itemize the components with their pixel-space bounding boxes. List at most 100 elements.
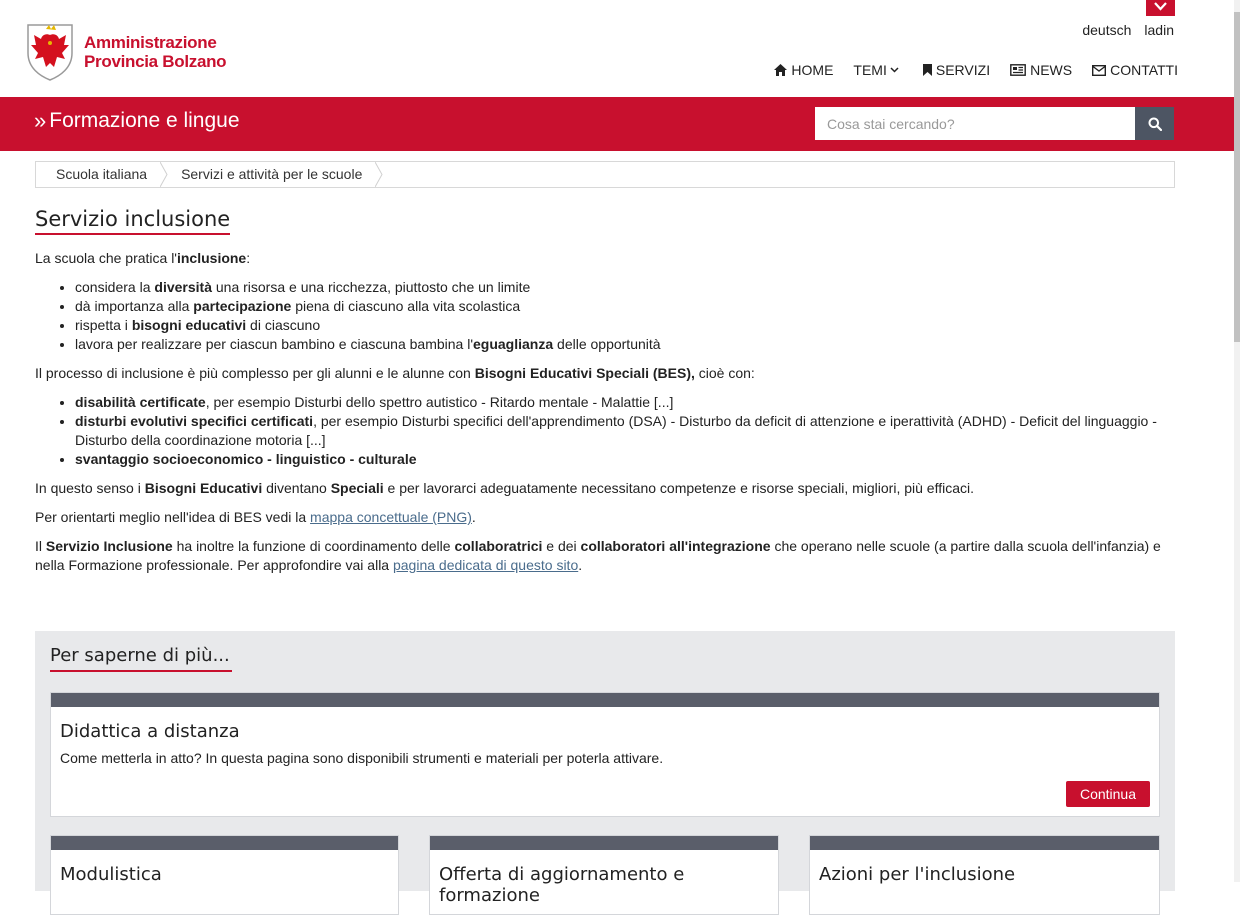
nav-news-label: NEWS <box>1030 62 1073 78</box>
featured-card: Didattica a distanza Come metterla in at… <box>50 692 1160 817</box>
home-icon <box>774 64 788 76</box>
text-bold: svantaggio socioeconomico - linguistico … <box>75 451 417 467</box>
text: ha inoltre la funzione di coordinamento … <box>172 538 455 554</box>
text-bold: Speciali <box>330 480 384 496</box>
learn-more-section: Per saperne di più... Didattica a distan… <box>35 631 1175 915</box>
text-bold: inclusione <box>176 250 247 266</box>
main-content: Servizio inclusione La scuola che pratic… <box>35 209 1173 585</box>
envelope-icon <box>1092 64 1107 76</box>
list-item: dà importanza alla partecipazione piena … <box>75 297 1173 316</box>
card-title: Offerta di aggiornamento e formazione <box>439 864 685 906</box>
service-paragraph: Il Servizio Inclusione ha inoltre la fun… <box>35 537 1173 575</box>
bes-paragraph: Il processo di inclusione è più compless… <box>35 364 1173 383</box>
section-header-band: » Formazione e lingue <box>0 97 1240 151</box>
text-bold: disturbi evolutivi specifici certificati <box>75 413 314 429</box>
text: Il processo di inclusione è più compless… <box>35 365 475 381</box>
breadcrumb-label: Scuola italiana <box>56 166 148 182</box>
site-name-line2: Provincia Bolzano <box>84 52 227 71</box>
text: una risorsa e una ricchezza, piuttosto c… <box>211 279 531 295</box>
coat-of-arms-icon <box>27 24 73 81</box>
breadcrumb: Scuola italiana Servizi e attività per l… <box>35 161 1175 188</box>
site-name-line1: Amministrazione <box>84 33 217 52</box>
text: La scuola che pratica l' <box>35 250 177 266</box>
language-toggle[interactable] <box>1146 0 1175 16</box>
nav-contatti[interactable]: CONTATTI <box>1092 62 1178 78</box>
section-title: Formazione e lingue <box>49 109 240 132</box>
text-bold: disabilità certificate <box>75 394 206 410</box>
page-title: Servizio inclusione <box>35 209 231 235</box>
double-chevron-right-icon: » <box>34 108 46 133</box>
search-icon <box>1148 117 1162 131</box>
inclusion-list: considera la diversità una risorsa e una… <box>35 278 1173 354</box>
list-item: rispetta i bisogni educativi di ciascuno <box>75 316 1173 335</box>
newspaper-icon <box>1010 64 1026 76</box>
text: considera la <box>75 279 155 295</box>
text-bold: collaboratrici <box>454 538 543 554</box>
text: e per lavorarci adeguatamente necessitan… <box>383 480 975 496</box>
list-item: considera la diversità una risorsa e una… <box>75 278 1173 297</box>
lang-deutsch[interactable]: deutsch <box>1082 22 1131 38</box>
text: , per esempio Disturbi dello spettro aut… <box>205 394 674 410</box>
dedicated-page-link[interactable]: pagina dedicata di questo sito <box>393 557 578 573</box>
nav-temi[interactable]: TEMI <box>853 62 902 78</box>
breadcrumb-separator <box>375 162 383 187</box>
text: In questo senso i <box>35 480 145 496</box>
card-title: Didattica a distanza <box>60 721 240 742</box>
language-switcher: deutsch ladin <box>1082 22 1174 38</box>
nav-home[interactable]: HOME <box>774 62 833 78</box>
card-azioni-inclusione[interactable]: Azioni per l'inclusione <box>809 835 1160 915</box>
text-bold: diversità <box>154 279 212 295</box>
lang-ladin[interactable]: ladin <box>1144 22 1174 38</box>
search-form <box>815 107 1174 140</box>
breadcrumb-item[interactable]: Servizi e attività per le scuole <box>161 162 383 187</box>
card-text: Come metterla in atto? In questa pagina … <box>60 750 664 766</box>
list-item: lavora per realizzare per ciascun bambin… <box>75 335 1173 354</box>
text: lavora per realizzare per ciascun bambin… <box>75 336 473 352</box>
text: diventano <box>262 480 331 496</box>
main-nav: HOME TEMI SERVIZI NEWS CONTATTI <box>754 62 1178 78</box>
bookmark-icon <box>922 64 932 76</box>
text: Per orientarti meglio nell'idea di BES v… <box>35 509 311 525</box>
list-item: svantaggio socioeconomico - linguistico … <box>75 450 1173 469</box>
nav-contatti-label: CONTATTI <box>1110 62 1178 78</box>
scrollbar-thumb[interactable] <box>1234 12 1240 342</box>
text: cioè con: <box>694 365 755 381</box>
special-needs-paragraph: In questo senso i Bisogni Educativi dive… <box>35 479 1173 498</box>
text-bold: Bisogni Educativi <box>144 480 263 496</box>
nav-news[interactable]: NEWS <box>1010 62 1072 78</box>
bes-list: disabilità certificate, per esempio Dist… <box>35 393 1173 469</box>
text-bold: eguaglianza <box>473 336 554 352</box>
card-header-bar <box>51 693 1159 707</box>
site-logo[interactable]: Amministrazione Provincia Bolzano <box>26 23 227 81</box>
site-name: Amministrazione Provincia Bolzano <box>84 33 227 71</box>
nav-servizi-label: SERVIZI <box>935 62 991 78</box>
nav-servizi[interactable]: SERVIZI <box>922 62 991 78</box>
section-title-link[interactable]: » Formazione e lingue <box>34 108 240 134</box>
text-bold: bisogni educativi <box>131 317 247 333</box>
scrollbar[interactable] <box>1234 0 1240 882</box>
text-bold: collaboratori all'integrazione <box>580 538 771 554</box>
list-item: disturbi evolutivi specifici certificati… <box>75 412 1173 450</box>
text: rispetta i <box>75 317 132 333</box>
card-modulistica[interactable]: Modulistica <box>50 835 399 915</box>
text: . <box>471 509 476 525</box>
chevron-down-icon <box>1154 2 1167 11</box>
learn-more-title: Per saperne di più... <box>50 645 232 672</box>
text: : <box>246 250 251 266</box>
text: Il <box>35 538 46 554</box>
breadcrumb-label: Servizi e attività per le scuole <box>181 166 363 182</box>
search-input[interactable] <box>815 107 1135 140</box>
card-header-bar <box>51 836 398 850</box>
card-offerta-formazione[interactable]: Offerta di aggiornamento e formazione <box>429 835 779 915</box>
text: . <box>578 557 583 573</box>
text-bold: partecipazione <box>193 298 292 314</box>
text: dà importanza alla <box>75 298 194 314</box>
list-item: disabilità certificate, per esempio Dist… <box>75 393 1173 412</box>
breadcrumb-item[interactable]: Scuola italiana <box>36 162 168 187</box>
text: di ciascuno <box>246 317 321 333</box>
search-button[interactable] <box>1135 107 1174 140</box>
intro-paragraph: La scuola che pratica l'inclusione: <box>35 249 1173 268</box>
continue-button[interactable]: Continua <box>1065 781 1150 807</box>
concept-map-link[interactable]: mappa concettuale (PNG) <box>310 509 472 525</box>
nav-home-label: HOME <box>791 62 834 78</box>
